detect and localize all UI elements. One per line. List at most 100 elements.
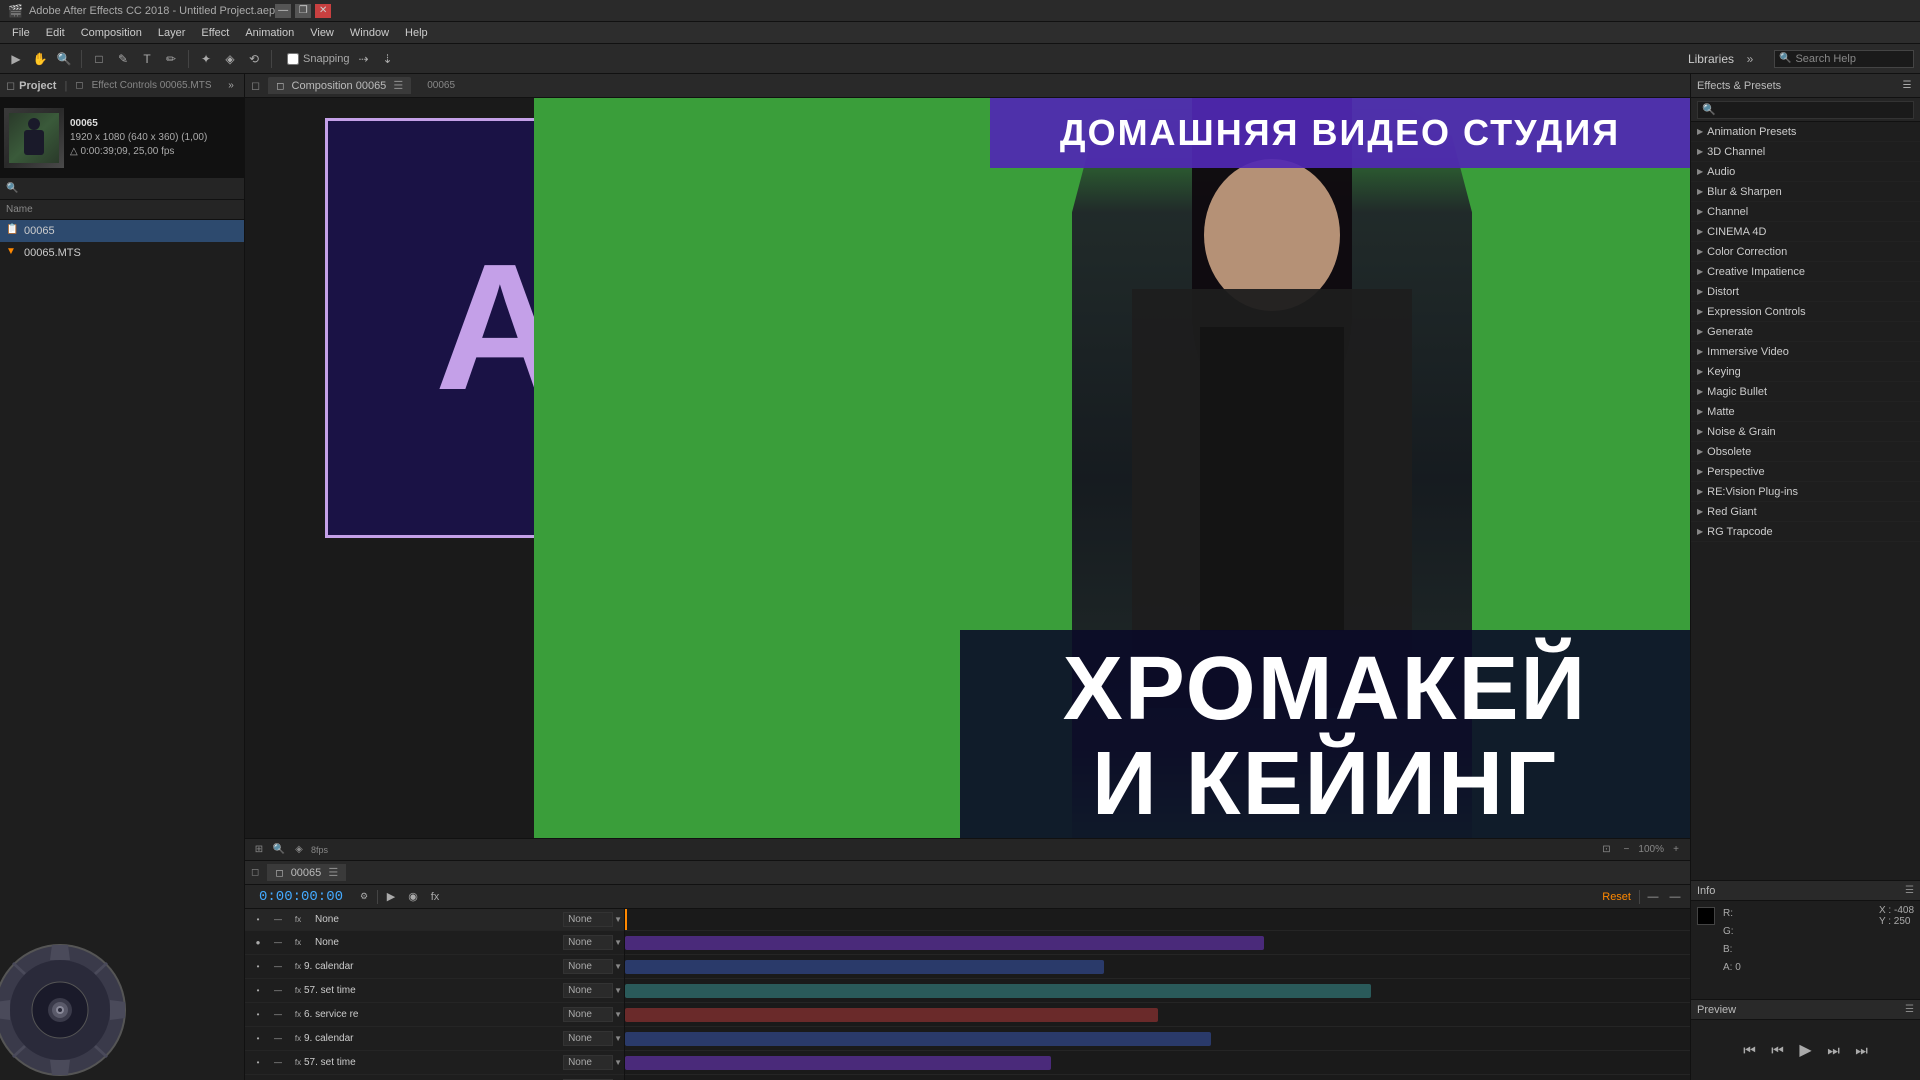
layer-shy-0[interactable]: • [249, 915, 267, 925]
effect-cat-channel[interactable]: ▶ Channel [1691, 202, 1920, 222]
effect-cat-expression[interactable]: ▶ Expression Controls [1691, 302, 1920, 322]
preview-step-back[interactable]: ⏮ [1768, 1040, 1788, 1060]
layer-star-r1[interactable]: • [249, 962, 267, 972]
vc-fps[interactable]: 8fps [311, 842, 328, 858]
tool-text[interactable]: T [137, 49, 157, 69]
layer-fx-1[interactable]: fx [289, 934, 307, 952]
menu-animation[interactable]: Animation [237, 25, 302, 41]
menu-window[interactable]: Window [342, 25, 397, 41]
layer-mode-cal2[interactable]: None ▼ [561, 1031, 624, 1046]
tool-pen[interactable]: ✎ [113, 49, 133, 69]
menu-file[interactable]: File [4, 25, 38, 41]
layer-mode-1[interactable]: None ▼ [561, 935, 624, 950]
libraries-expand[interactable]: » [1740, 49, 1760, 69]
effect-cat-revision[interactable]: ▶ RE:Vision Plug-ins [1691, 482, 1920, 502]
layer-shy-r3[interactable]: — [269, 1010, 287, 1020]
tl-timecode[interactable]: 0:00:00:00 [259, 889, 343, 905]
effect-cat-generate[interactable]: ▶ Generate [1691, 322, 1920, 342]
layer-mode-settime2[interactable]: None ▼ [561, 1055, 624, 1070]
project-item-comp[interactable]: 📋 00065 [0, 220, 244, 242]
comp-tab[interactable]: ◻ Composition 00065 ☰ [268, 77, 411, 94]
effect-cat-creative[interactable]: ▶ Creative Impatience [1691, 262, 1920, 282]
layer-star-r5[interactable]: • [249, 1058, 267, 1068]
snapping-checkbox[interactable] [287, 53, 299, 65]
layer-fx-0[interactable]: fx [289, 911, 307, 929]
tool-puppet[interactable]: ✦ [196, 49, 216, 69]
layer-solo-0[interactable]: — [269, 915, 287, 925]
tl-motion-blur[interactable]: ◉ [404, 888, 422, 906]
effects-panel-expand[interactable]: ☰ [1900, 79, 1914, 93]
layer-shy-r4[interactable]: — [269, 1034, 287, 1044]
layer-mode-service[interactable]: None ▼ [561, 1007, 624, 1022]
tl-tab-comp[interactable]: ◻ 00065 ☰ [267, 864, 346, 881]
restore-button[interactable]: ❐ [295, 4, 311, 18]
effect-cat-keying[interactable]: ▶ Keying [1691, 362, 1920, 382]
effect-controls-tab[interactable]: Effect Controls 00065.MTS [92, 80, 212, 91]
effect-cat-animation[interactable]: ▶ Animation Presets [1691, 122, 1920, 142]
tool-select[interactable]: ▶ [6, 49, 26, 69]
layer-star-r3[interactable]: • [249, 1010, 267, 1020]
layer-star-r2[interactable]: • [249, 986, 267, 996]
effect-cat-matte[interactable]: ▶ Matte [1691, 402, 1920, 422]
effect-cat-immersive[interactable]: ▶ Immersive Video [1691, 342, 1920, 362]
tl-shy[interactable]: — [1666, 888, 1684, 906]
vc-fit[interactable]: ⊡ [1598, 842, 1614, 858]
tool-hand[interactable]: ✋ [30, 49, 50, 69]
tl-toggle-hold[interactable]: ▶ [382, 888, 400, 906]
effect-cat-redgiant[interactable]: ▶ Red Giant [1691, 502, 1920, 522]
effect-cat-obsolete[interactable]: ▶ Obsolete [1691, 442, 1920, 462]
preview-step-fwd[interactable]: ⏭ [1824, 1040, 1844, 1060]
project-item-footage[interactable]: ▼ 00065.MTS [0, 242, 244, 264]
layer-shy-1[interactable]: — [269, 938, 287, 948]
minimize-button[interactable]: — [275, 4, 291, 18]
preview-play[interactable]: ▶ [1796, 1040, 1816, 1060]
vc-magnify[interactable]: 🔍 [271, 842, 287, 858]
tool-brush[interactable]: ✏ [161, 49, 181, 69]
layer-mode-cal[interactable]: None ▼ [561, 959, 624, 974]
left-panel-expand[interactable]: » [224, 79, 238, 93]
layer-shy-r5[interactable]: — [269, 1058, 287, 1068]
layer-shy-r1[interactable]: — [269, 962, 287, 972]
reset-button[interactable]: Reset [1598, 889, 1635, 905]
effect-cat-audio[interactable]: ▶ Audio [1691, 162, 1920, 182]
layer-shy-r2[interactable]: — [269, 986, 287, 996]
project-search-input[interactable] [22, 183, 238, 195]
effect-cat-distort[interactable]: ▶ Distort [1691, 282, 1920, 302]
layer-eye-1[interactable]: ● [249, 938, 267, 948]
effects-search-input[interactable] [1697, 101, 1914, 119]
layer-star-r4[interactable]: • [249, 1034, 267, 1044]
vc-zoom-out[interactable]: − [1618, 842, 1634, 858]
tool-camera[interactable]: ⟲ [244, 49, 264, 69]
menu-view[interactable]: View [302, 25, 342, 41]
preview-jump-start[interactable]: ⏮ [1740, 1040, 1760, 1060]
tool-zoom[interactable]: 🔍 [54, 49, 74, 69]
effect-cat-magicbullet[interactable]: ▶ Magic Bullet [1691, 382, 1920, 402]
snap-options-2[interactable]: ⇣ [378, 49, 398, 69]
tl-effects[interactable]: fx [426, 888, 444, 906]
menu-edit[interactable]: Edit [38, 25, 73, 41]
effect-cat-noise[interactable]: ▶ Noise & Grain [1691, 422, 1920, 442]
effect-cat-rgtrapcode[interactable]: ▶ RG Trapcode [1691, 522, 1920, 542]
vc-zoom-in[interactable]: + [1668, 842, 1684, 858]
menu-help[interactable]: Help [397, 25, 436, 41]
tool-rect[interactable]: □ [89, 49, 109, 69]
menu-layer[interactable]: Layer [150, 25, 194, 41]
close-button[interactable]: ✕ [315, 4, 331, 18]
preview-jump-end[interactable]: ⏭ [1852, 1040, 1872, 1060]
effect-cat-3dchannel[interactable]: ▶ 3D Channel [1691, 142, 1920, 162]
tl-solo[interactable]: — [1644, 888, 1662, 906]
effect-cat-perspective[interactable]: ▶ Perspective [1691, 462, 1920, 482]
effect-cat-cinema4d[interactable]: ▶ CINEMA 4D [1691, 222, 1920, 242]
tool-roto[interactable]: ◈ [220, 49, 240, 69]
green-screen-area: ДОМАШНЯЯ ВИДЕО СТУДИЯ ХРОМАКЕЙ И КЕЙИНГ [534, 98, 1690, 860]
effect-cat-color[interactable]: ▶ Color Correction [1691, 242, 1920, 262]
snap-options[interactable]: ⇢ [354, 49, 374, 69]
menu-composition[interactable]: Composition [73, 25, 150, 41]
layer-mode-settime[interactable]: None ▼ [561, 983, 624, 998]
tl-comp-settings[interactable]: ⚙ [355, 888, 373, 906]
layer-mode-0[interactable]: None ▼ [561, 912, 624, 927]
vc-grid[interactable]: ⊞ [251, 842, 267, 858]
vc-channels[interactable]: ◈ [291, 842, 307, 858]
menu-effect[interactable]: Effect [193, 25, 237, 41]
effect-cat-blur[interactable]: ▶ Blur & Sharpen [1691, 182, 1920, 202]
